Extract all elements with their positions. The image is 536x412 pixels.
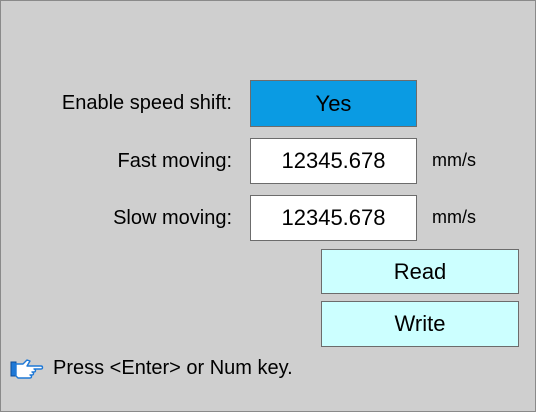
fast-moving-field[interactable]: 12345.678 <box>250 138 417 184</box>
write-button[interactable]: Write <box>321 301 519 347</box>
fast-moving-unit: mm/s <box>432 150 476 170</box>
hint-row: Press <Enter> or Num key. <box>10 357 293 380</box>
speed-shift-panel: Enable speed shift: Yes Fast moving: 123… <box>0 0 536 412</box>
hint-text: Press <Enter> or Num key. <box>53 357 293 379</box>
slow-moving-field[interactable]: 12345.678 <box>250 195 417 241</box>
slow-moving-label: Slow moving: <box>113 207 232 229</box>
fast-moving-label: Fast moving: <box>117 150 232 172</box>
pointing-hand-icon <box>10 358 44 380</box>
read-button[interactable]: Read <box>321 249 519 294</box>
enable-speed-shift-label: Enable speed shift: <box>61 92 232 114</box>
slow-moving-unit: mm/s <box>432 207 476 227</box>
enable-speed-shift-toggle[interactable]: Yes <box>250 80 417 127</box>
